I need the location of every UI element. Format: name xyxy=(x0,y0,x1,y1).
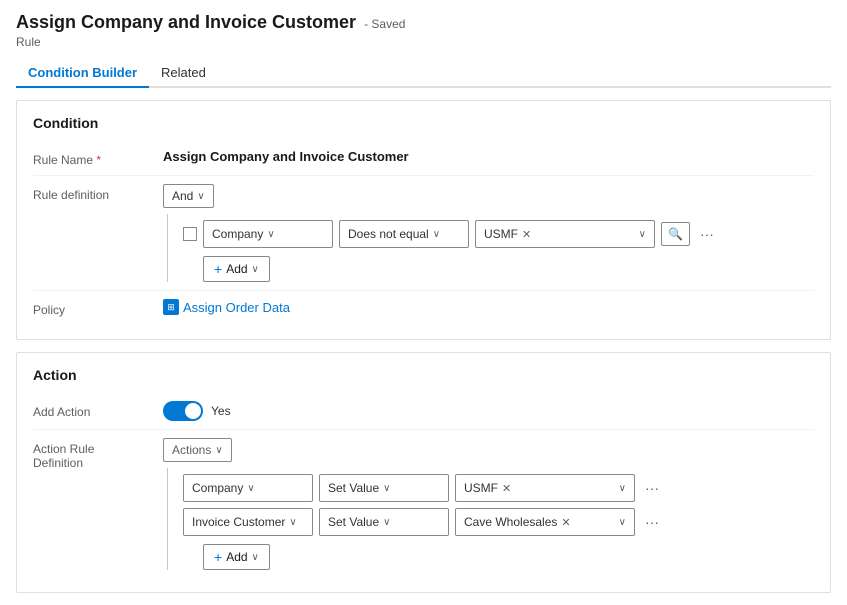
add-action-row-button[interactable]: + Add ∨ xyxy=(203,544,270,570)
actions-dropdown-arrow: ∨ xyxy=(215,445,222,456)
add-plus-icon: + xyxy=(214,261,222,277)
rule-name-row: Rule Name * Assign Company and Invoice C… xyxy=(33,141,814,176)
page-title: Assign Company and Invoice Customer xyxy=(16,12,356,33)
add-action-plus-icon: + xyxy=(214,549,222,565)
action-section: Action Add Action Yes Action Rule Defini… xyxy=(16,352,831,593)
toggle-switch[interactable] xyxy=(163,401,203,421)
condition-row-1: Company ∨ Does not equal ∨ USMF xyxy=(183,220,814,248)
policy-icon: ⊞ xyxy=(163,299,179,315)
add-condition-area: + Add ∨ xyxy=(183,256,814,282)
action-value-remove-1[interactable]: ✕ xyxy=(502,482,511,495)
action-value-box-1[interactable]: USMF ✕ ∨ xyxy=(455,474,635,502)
action-field-dropdown-1[interactable]: Company ∨ xyxy=(183,474,313,502)
value-select-box[interactable]: USMF ✕ ∨ xyxy=(475,220,655,248)
action-row-2: Invoice Customer ∨ Set Value ∨ Cave Who xyxy=(183,508,814,536)
action-value-tag-1: USMF ✕ xyxy=(464,481,511,495)
action-more-button-2[interactable]: ··· xyxy=(641,512,663,532)
add-action-area: + Add ∨ xyxy=(183,544,814,570)
action-field-dropdown-2[interactable]: Invoice Customer ∨ xyxy=(183,508,313,536)
required-indicator: * xyxy=(96,153,101,167)
company-dropdown[interactable]: Company ∨ xyxy=(203,220,333,248)
action-operator-dropdown-1[interactable]: Set Value ∨ xyxy=(319,474,449,502)
action-operator-arrow-2: ∨ xyxy=(383,517,390,528)
add-condition-button[interactable]: + Add ∨ xyxy=(203,256,270,282)
condition-search-button[interactable]: 🔍 xyxy=(661,222,690,246)
action-value-arrow-1: ∨ xyxy=(619,483,626,494)
action-value-tag-2: Cave Wholesales ✕ xyxy=(464,515,571,529)
condition-checkbox[interactable] xyxy=(183,227,197,241)
action-tree-line xyxy=(167,468,179,570)
action-value-arrow-2: ∨ xyxy=(619,517,626,528)
toggle-knob xyxy=(185,403,201,419)
company-dropdown-arrow: ∨ xyxy=(267,229,274,240)
add-action-toggle: Yes xyxy=(163,401,231,421)
and-dropdown-arrow: ∨ xyxy=(197,191,204,202)
value-tag-remove[interactable]: ✕ xyxy=(522,228,531,241)
condition-section-title: Condition xyxy=(33,115,814,131)
operator-dropdown-arrow: ∨ xyxy=(433,229,440,240)
action-rule-label-container: Action Rule Definition xyxy=(33,438,163,470)
rule-name-text: Assign Company and Invoice Customer xyxy=(163,149,409,164)
action-rule-row: Action Rule Definition Actions ∨ xyxy=(33,430,814,578)
tree-line xyxy=(167,214,179,282)
policy-row: Policy ⊞ Assign Order Data xyxy=(33,291,814,325)
page-subtitle: Rule xyxy=(16,35,831,49)
action-value-remove-2[interactable]: ✕ xyxy=(561,516,570,529)
tree-rows: Company ∨ Does not equal ∨ USMF xyxy=(183,214,814,282)
action-tree-container: Company ∨ Set Value ∨ USMF xyxy=(163,468,814,570)
policy-link[interactable]: ⊞ Assign Order Data xyxy=(163,299,290,315)
add-action-label: Add Action xyxy=(33,401,163,419)
add-dropdown-arrow: ∨ xyxy=(252,264,259,275)
tabs-container: Condition Builder Related xyxy=(16,59,831,88)
condition-section: Condition Rule Name * Assign Company and… xyxy=(16,100,831,340)
action-operator-arrow-1: ∨ xyxy=(383,483,390,494)
action-rule-value: Actions ∨ Company ∨ xyxy=(163,438,814,570)
action-field-arrow-2: ∨ xyxy=(289,517,296,528)
tab-condition-builder[interactable]: Condition Builder xyxy=(16,59,149,88)
page-header: Assign Company and Invoice Customer - Sa… xyxy=(16,12,831,33)
rule-definition-area: Company ∨ Does not equal ∨ USMF xyxy=(163,214,814,282)
rule-name-label: Rule Name * xyxy=(33,149,163,167)
rule-name-value: Assign Company and Invoice Customer xyxy=(163,149,814,164)
action-value-box-2[interactable]: Cave Wholesales ✕ ∨ xyxy=(455,508,635,536)
action-field-arrow-1: ∨ xyxy=(247,483,254,494)
operator-dropdown[interactable]: Does not equal ∨ xyxy=(339,220,469,248)
page-container: Assign Company and Invoice Customer - Sa… xyxy=(0,0,847,605)
toggle-label: Yes xyxy=(211,404,231,418)
value-dropdown-arrow: ∨ xyxy=(639,229,646,240)
add-action-dropdown-arrow: ∨ xyxy=(252,552,259,563)
action-more-button-1[interactable]: ··· xyxy=(641,478,663,498)
action-operator-dropdown-2[interactable]: Set Value ∨ xyxy=(319,508,449,536)
policy-value: ⊞ Assign Order Data xyxy=(163,299,814,315)
add-action-value: Yes xyxy=(163,401,814,421)
value-tag: USMF ✕ xyxy=(484,227,531,241)
and-dropdown[interactable]: And ∨ xyxy=(163,184,214,208)
action-section-title: Action xyxy=(33,367,814,383)
rule-definition-value: And ∨ Company ∨ xyxy=(163,184,814,282)
rule-definition-row: Rule definition And ∨ Company xyxy=(33,176,814,291)
actions-dropdown[interactable]: Actions ∨ xyxy=(163,438,232,462)
add-action-row: Add Action Yes xyxy=(33,393,814,430)
rule-definition-label: Rule definition xyxy=(33,184,163,202)
action-row-1: Company ∨ Set Value ∨ USMF xyxy=(183,474,814,502)
action-tree-rows: Company ∨ Set Value ∨ USMF xyxy=(183,468,814,570)
action-rule-def-area: Company ∨ Set Value ∨ USMF xyxy=(163,468,814,570)
condition-more-button[interactable]: ··· xyxy=(696,224,718,244)
tree-container: Company ∨ Does not equal ∨ USMF xyxy=(163,214,814,282)
saved-label: - Saved xyxy=(364,17,405,31)
policy-label: Policy xyxy=(33,299,163,317)
tab-related[interactable]: Related xyxy=(149,59,218,88)
